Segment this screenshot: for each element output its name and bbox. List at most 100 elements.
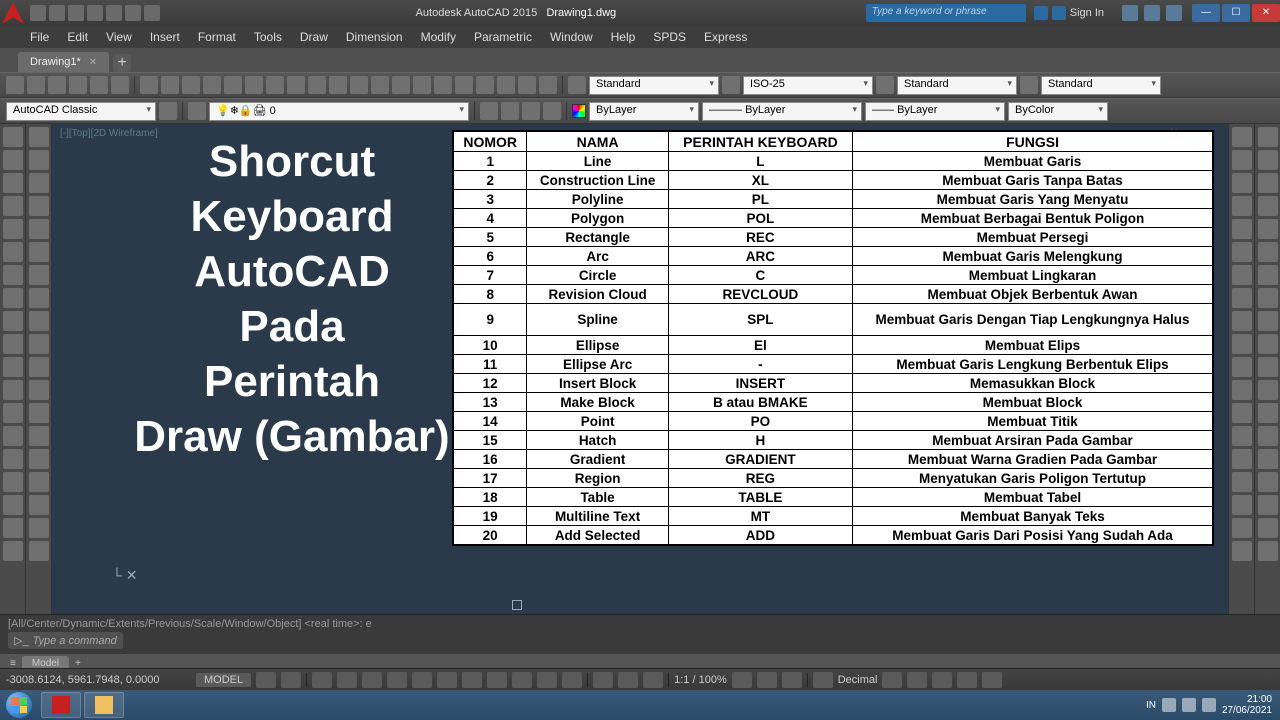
- status-icon[interactable]: [618, 672, 638, 688]
- palette-tool-icon[interactable]: [1232, 196, 1252, 216]
- palette-tool-icon[interactable]: [3, 219, 23, 239]
- palette-tool-icon[interactable]: [1232, 380, 1252, 400]
- taskbar-explorer[interactable]: [84, 692, 124, 718]
- palette-tool-icon[interactable]: [1232, 242, 1252, 262]
- palette-tool-icon[interactable]: [29, 173, 49, 193]
- palette-tool-icon[interactable]: [1232, 449, 1252, 469]
- dyn-toggle-icon[interactable]: [462, 672, 482, 688]
- a360-icon[interactable]: [1144, 5, 1160, 21]
- tray-volume-icon[interactable]: [1202, 698, 1216, 712]
- status-icon[interactable]: [907, 672, 927, 688]
- palette-tool-icon[interactable]: [1232, 518, 1252, 538]
- osnap-toggle-icon[interactable]: [362, 672, 382, 688]
- palette-tool-icon[interactable]: [1258, 288, 1278, 308]
- layer-manager-icon[interactable]: [188, 102, 206, 120]
- palette-tool-icon[interactable]: [1232, 265, 1252, 285]
- help-search-input[interactable]: Type a keyword or phrase: [866, 4, 1026, 22]
- palette-tool-icon[interactable]: [1258, 127, 1278, 147]
- palette-tool-icon[interactable]: [3, 518, 23, 538]
- palette-tool-icon[interactable]: [1258, 150, 1278, 170]
- palette-tool-icon[interactable]: [3, 357, 23, 377]
- drawing-canvas[interactable]: [-][Top][2D Wireframe] N TOP ShorcutKeyb…: [52, 124, 1228, 614]
- status-icon[interactable]: [813, 672, 833, 688]
- palette-tool-icon[interactable]: [29, 334, 49, 354]
- tb-icon[interactable]: [476, 76, 494, 94]
- app-logo-icon[interactable]: [2, 2, 24, 24]
- document-tab[interactable]: Drawing1* ✕: [18, 52, 109, 72]
- status-icon[interactable]: [957, 672, 977, 688]
- tb-icon[interactable]: [539, 76, 557, 94]
- otrack-toggle-icon[interactable]: [412, 672, 432, 688]
- tb-icon[interactable]: [497, 76, 515, 94]
- qp-toggle-icon[interactable]: [537, 672, 557, 688]
- palette-tool-icon[interactable]: [29, 403, 49, 423]
- qat-save-icon[interactable]: [68, 5, 84, 21]
- dimstyle-icon[interactable]: [722, 76, 740, 94]
- palette-tool-icon[interactable]: [3, 265, 23, 285]
- mleaderstyle-icon[interactable]: [1020, 76, 1038, 94]
- palette-tool-icon[interactable]: [3, 449, 23, 469]
- ortho-toggle-icon[interactable]: [312, 672, 332, 688]
- palette-tool-icon[interactable]: [3, 495, 23, 515]
- status-icon[interactable]: [593, 672, 613, 688]
- palette-tool-icon[interactable]: [1258, 265, 1278, 285]
- palette-tool-icon[interactable]: [29, 426, 49, 446]
- tablestyle-dropdown[interactable]: Standard: [897, 76, 1017, 95]
- palette-tool-icon[interactable]: [1258, 242, 1278, 262]
- menu-spds[interactable]: SPDS: [653, 30, 686, 44]
- palette-tool-icon[interactable]: [1232, 173, 1252, 193]
- palette-tool-icon[interactable]: [29, 288, 49, 308]
- tb-icon[interactable]: [501, 102, 519, 120]
- palette-tool-icon[interactable]: [29, 449, 49, 469]
- palette-tool-icon[interactable]: [3, 196, 23, 216]
- units-readout[interactable]: Decimal: [838, 674, 878, 686]
- tb-icon[interactable]: [224, 76, 242, 94]
- palette-tool-icon[interactable]: [29, 518, 49, 538]
- minimize-button[interactable]: —: [1192, 4, 1220, 22]
- transparency-toggle-icon[interactable]: [512, 672, 532, 688]
- tb-icon[interactable]: [48, 76, 66, 94]
- layout-add-button[interactable]: +: [71, 658, 85, 669]
- palette-tool-icon[interactable]: [1258, 311, 1278, 331]
- palette-tool-icon[interactable]: [3, 242, 23, 262]
- grid-toggle-icon[interactable]: [256, 672, 276, 688]
- menu-window[interactable]: Window: [550, 30, 593, 44]
- palette-tool-icon[interactable]: [29, 127, 49, 147]
- palette-tool-icon[interactable]: [1258, 380, 1278, 400]
- tb-icon[interactable]: [455, 76, 473, 94]
- menu-help[interactable]: Help: [611, 30, 636, 44]
- palette-tool-icon[interactable]: [1232, 403, 1252, 423]
- maximize-button[interactable]: ☐: [1222, 4, 1250, 22]
- palette-tool-icon[interactable]: [29, 380, 49, 400]
- help-icon[interactable]: [1166, 5, 1182, 21]
- tb-icon[interactable]: [543, 102, 561, 120]
- tray-flag-icon[interactable]: [1162, 698, 1176, 712]
- palette-tool-icon[interactable]: [1258, 173, 1278, 193]
- tb-icon[interactable]: [111, 76, 129, 94]
- palette-tool-icon[interactable]: [1232, 288, 1252, 308]
- status-icon[interactable]: [757, 672, 777, 688]
- signin-area[interactable]: Sign In: [1026, 6, 1112, 20]
- close-tab-icon[interactable]: ✕: [89, 57, 97, 68]
- tb-icon[interactable]: [69, 76, 87, 94]
- palette-tool-icon[interactable]: [1232, 541, 1252, 561]
- palette-tool-icon[interactable]: [3, 150, 23, 170]
- tb-icon[interactable]: [413, 76, 431, 94]
- command-line[interactable]: ▷_ Type a command: [8, 632, 123, 649]
- palette-tool-icon[interactable]: [1258, 357, 1278, 377]
- palette-tool-icon[interactable]: [1258, 472, 1278, 492]
- color-dropdown[interactable]: ByLayer: [589, 102, 699, 121]
- close-button[interactable]: ✕: [1252, 4, 1280, 22]
- dimstyle-dropdown[interactable]: ISO-25: [743, 76, 873, 95]
- palette-tool-icon[interactable]: [3, 334, 23, 354]
- tablestyle-icon[interactable]: [876, 76, 894, 94]
- lang-indicator[interactable]: IN: [1146, 700, 1156, 711]
- palette-tool-icon[interactable]: [1258, 449, 1278, 469]
- sc-toggle-icon[interactable]: [562, 672, 582, 688]
- status-icon[interactable]: [643, 672, 663, 688]
- snap-toggle-icon[interactable]: [281, 672, 301, 688]
- qat-new-icon[interactable]: [30, 5, 46, 21]
- tb-icon[interactable]: [329, 76, 347, 94]
- palette-tool-icon[interactable]: [1232, 357, 1252, 377]
- palette-tool-icon[interactable]: [3, 426, 23, 446]
